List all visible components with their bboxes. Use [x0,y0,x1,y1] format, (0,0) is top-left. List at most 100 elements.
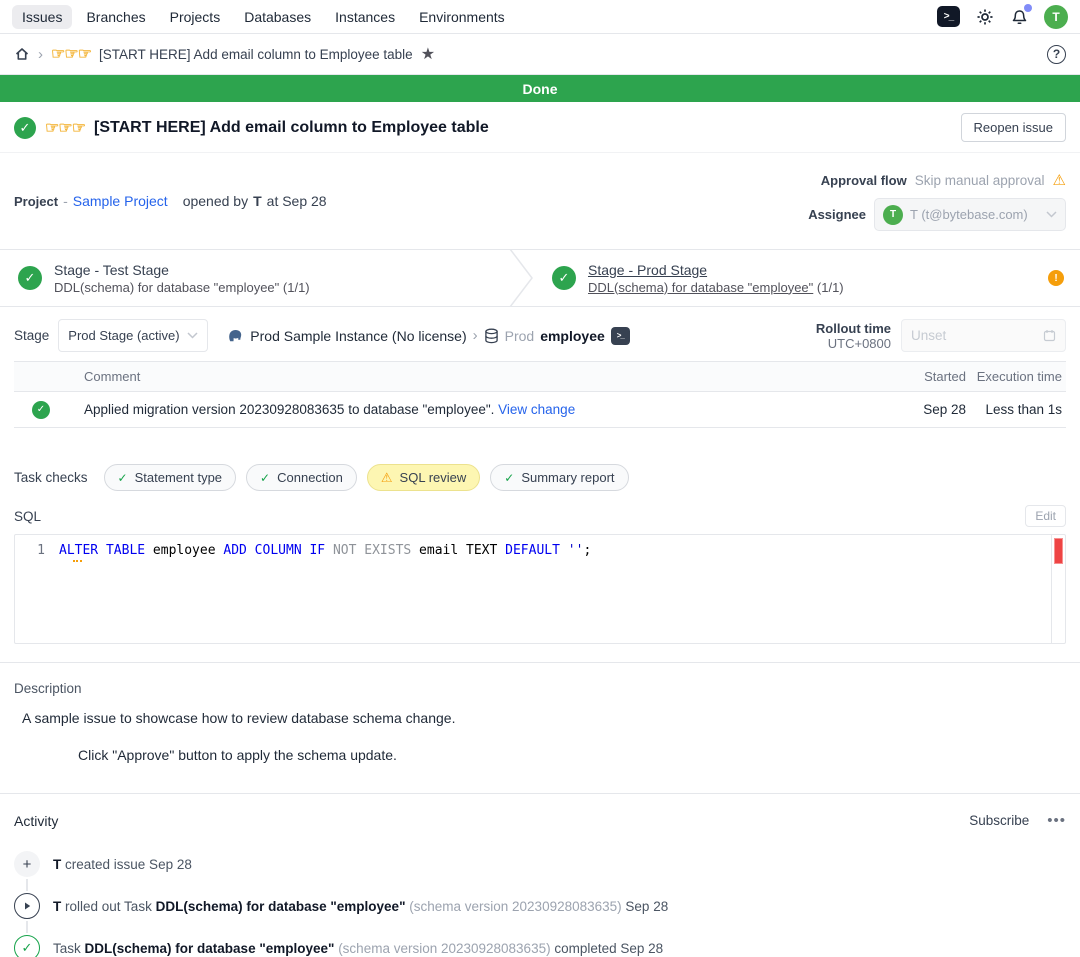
sql-edit-button[interactable]: Edit [1025,505,1066,527]
activity-text: created issue Sep 28 [65,857,192,872]
task-run-row[interactable]: ✓ Applied migration version 202309280836… [14,392,1066,428]
top-navigation: Issues Branches Projects Databases Insta… [0,0,1080,34]
settings-gear-icon[interactable] [975,7,995,27]
reopen-issue-button[interactable]: Reopen issue [961,113,1067,142]
assignee-avatar: T [883,205,903,225]
breadcrumb-issue-title[interactable]: [START HERE] Add email column to Employe… [99,47,413,62]
approval-flow-label: Approval flow [821,173,907,188]
sql-warning-squiggle [73,559,82,562]
activity-more-menu-icon[interactable]: ••• [1047,812,1066,829]
sql-editor[interactable]: 1 ALTER TABLE employee ADD COLUMN IF NOT… [14,534,1066,644]
assignee-value: T (t@bytebase.com) [910,207,1039,222]
activity-prefix: Task [53,941,81,956]
help-icon[interactable]: ? [1047,45,1066,64]
database-icon [484,328,499,344]
stage-select-value: Prod Stage (active) [68,328,181,343]
editor-scrollbar[interactable] [1051,535,1065,643]
activity-label: Activity [14,813,58,829]
issue-title-row: ✓ ☞☞☞ [START HERE] Add email column to E… [0,102,1080,153]
activity-actor: T [53,857,61,872]
check-success-icon: ✓ [260,471,270,485]
favorite-star-icon[interactable]: ★ [421,44,435,64]
sql-label: SQL [14,509,41,524]
nav-tab-databases[interactable]: Databases [234,5,321,29]
stage-prod[interactable]: ✓ Stage - Prod Stage DDL(schema) for dat… [534,262,1080,295]
pointing-right-emoji: ☞☞☞ [45,118,85,138]
activity-item-completed: ✓ Task DDL(schema) for database "employe… [14,935,1066,957]
check-badge-label: SQL review [400,470,467,485]
database-name[interactable]: employee [540,328,605,344]
check-badge-summary-report[interactable]: ✓ Summary report [490,464,628,491]
task-table-header: Comment Started Execution time [14,361,1066,392]
issue-title: [START HERE] Add email column to Employe… [94,119,489,137]
opened-by-prefix: opened by [183,193,248,209]
check-badge-connection[interactable]: ✓ Connection [246,464,357,491]
nav-tab-issues[interactable]: Issues [12,5,72,29]
approval-warning-icon[interactable]: ⚠ [1053,171,1066,189]
home-icon[interactable] [14,46,30,62]
calendar-icon [1043,329,1056,342]
stage-test-check-icon: ✓ [18,266,42,290]
opened-at: at Sep 28 [267,193,327,209]
activity-time: Sep 28 [625,899,668,914]
rollout-time-input[interactable]: Unset [901,319,1066,352]
issue-meta: Project - Sample Project opened by T at … [0,153,1080,231]
assignee-select[interactable]: T T (t@bytebase.com) [874,198,1066,231]
chevron-right-icon: › [473,327,478,344]
header-comment: Comment [68,369,910,384]
activity-timeline: + T created issue Sep 28 T rolled out Ta… [14,851,1066,957]
stage-select[interactable]: Prod Stage (active) [58,319,208,352]
activity-action: rolled out Task [65,899,152,914]
project-link[interactable]: Sample Project [73,193,168,209]
task-run-started: Sep 28 [910,402,966,417]
open-sql-editor-icon[interactable]: >_ [611,327,630,345]
stage-prod-title[interactable]: Stage - Prod Stage [588,262,844,278]
activity-detail: (schema version 20230928083635) [338,941,550,956]
editor-error-marker [1054,538,1063,564]
activity-item-created: + T created issue Sep 28 [14,851,1066,877]
stage-prod-alert-icon[interactable]: ! [1048,270,1064,286]
stage-test-subtitle: DDL(schema) for database "employee" [54,280,279,295]
assignee-label: Assignee [808,207,866,222]
play-circle-icon [14,893,40,919]
check-badge-label: Connection [277,470,343,485]
project-dash: - [63,193,68,209]
description-label: Description [14,681,1066,696]
task-checks: Task checks ✓ Statement type ✓ Connectio… [0,464,1080,491]
stage-test-count: (1/1) [283,280,310,295]
line-number: 1 [15,543,59,558]
task-checks-label: Task checks [14,470,88,485]
user-avatar[interactable]: T [1044,5,1068,29]
nav-tab-environments[interactable]: Environments [409,5,515,29]
check-circle-outline-icon: ✓ [14,935,40,957]
status-banner: Done [0,75,1080,102]
check-badge-statement-type[interactable]: ✓ Statement type [104,464,237,491]
timeline-connector [26,921,28,933]
activity-detail: (schema version 20230928083635) [409,899,621,914]
instance-name[interactable]: Prod Sample Instance (No license) [250,328,466,344]
sql-section-header: SQL Edit [0,491,1080,534]
rollout-time-placeholder: Unset [911,328,1043,343]
stage-toolbar: Stage Prod Stage (active) Prod Sample In… [0,307,1080,352]
nav-tab-projects[interactable]: Projects [160,5,231,29]
activity-target: DDL(schema) for database "employee" [156,899,406,914]
chevron-down-icon [187,332,198,339]
check-badge-sql-review[interactable]: ⚠ SQL review [367,464,480,491]
description-line: A sample issue to showcase how to review… [22,710,1066,726]
stage-prod-subtitle[interactable]: DDL(schema) for database "employee" [588,280,813,295]
nav-tab-branches[interactable]: Branches [76,5,155,29]
sql-editor-terminal-icon[interactable]: >_ [937,6,960,27]
status-banner-label: Done [523,81,558,97]
timeline-connector [26,879,28,891]
description-line: Click "Approve" button to apply the sche… [78,747,1066,763]
check-success-icon: ✓ [504,471,514,485]
subscribe-button[interactable]: Subscribe [969,813,1029,828]
notifications-bell-icon[interactable] [1010,7,1029,26]
activity-actor: T [53,899,61,914]
opened-by-user: T [253,193,262,209]
stage-separator-chevron [508,249,534,307]
pointing-right-emoji: ☞☞☞ [51,44,91,64]
view-change-link[interactable]: View change [498,402,575,417]
nav-tab-instances[interactable]: Instances [325,5,405,29]
stage-test[interactable]: ✓ Stage - Test Stage DDL(schema) for dat… [0,262,508,295]
